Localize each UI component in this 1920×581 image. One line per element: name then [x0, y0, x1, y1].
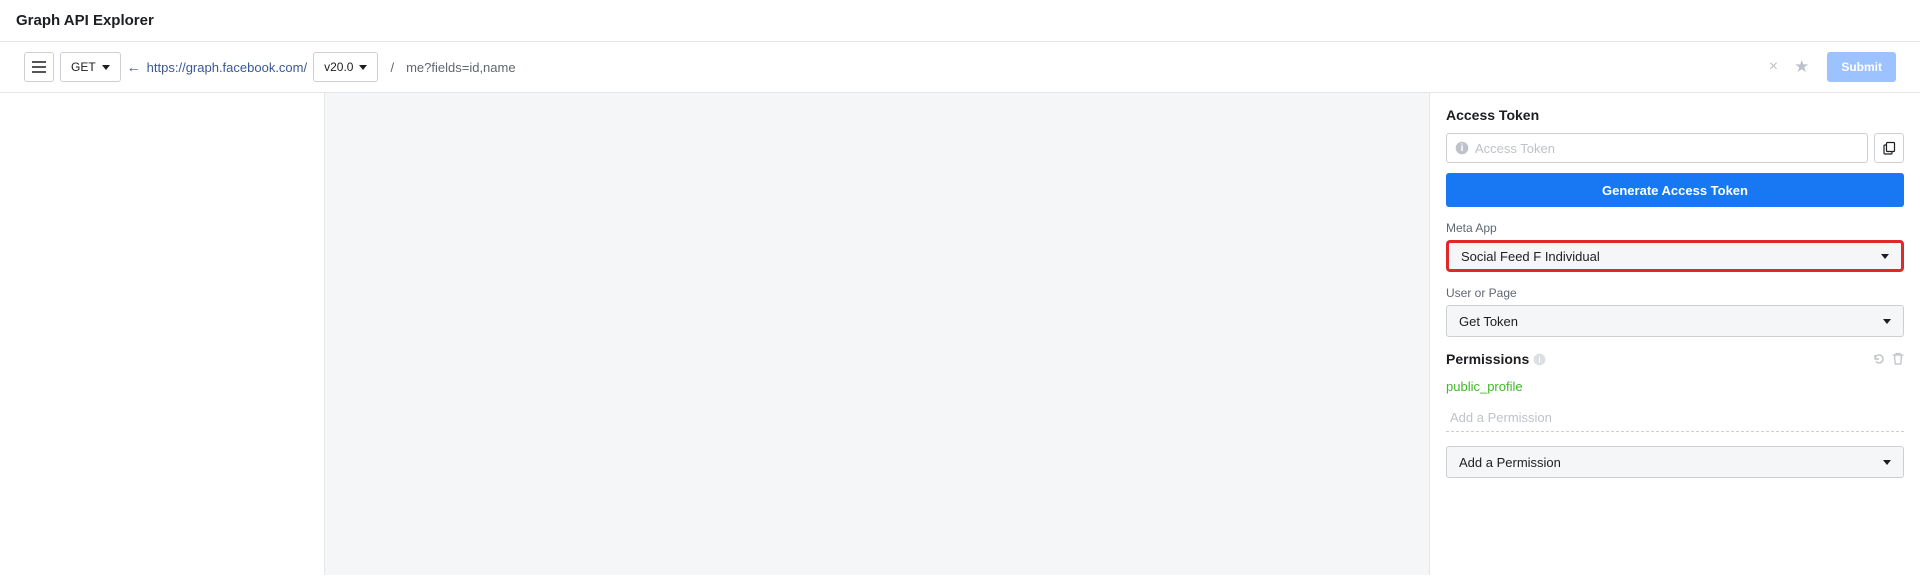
permissions-header: Permissions i	[1446, 351, 1904, 367]
method-value: GET	[71, 60, 96, 74]
query-input[interactable]	[406, 54, 1759, 81]
undo-button[interactable]	[1872, 352, 1886, 366]
main-content: Access Token i Generate Access Token Met…	[0, 93, 1920, 575]
copy-icon	[1882, 141, 1896, 155]
svg-text:i: i	[1539, 354, 1541, 364]
access-token-input[interactable]	[1475, 141, 1859, 156]
trash-icon	[1892, 352, 1904, 366]
info-icon: i	[1455, 141, 1469, 155]
info-icon: i	[1533, 353, 1546, 366]
method-dropdown[interactable]: GET	[60, 52, 121, 82]
toolbar: GET ← https://graph.facebook.com/ v20.0 …	[0, 42, 1920, 93]
permissions-actions	[1872, 352, 1904, 366]
hamburger-icon	[32, 61, 46, 73]
svg-text:i: i	[1461, 143, 1464, 154]
favorite-button[interactable]: ★	[1788, 57, 1815, 77]
arrow-left-icon: ←	[127, 59, 141, 75]
user-or-page-value: Get Token	[1459, 314, 1518, 329]
undo-icon	[1872, 352, 1886, 366]
caret-down-icon	[1883, 319, 1891, 324]
add-permission-input[interactable]	[1446, 404, 1904, 432]
access-token-title: Access Token	[1446, 107, 1904, 123]
base-url: https://graph.facebook.com/	[147, 60, 307, 75]
submit-button[interactable]: Submit	[1827, 52, 1896, 82]
delete-button[interactable]	[1892, 352, 1904, 366]
generate-access-token-button[interactable]: Generate Access Token	[1446, 173, 1904, 207]
page-title: Graph API Explorer	[16, 12, 1904, 29]
left-panel	[0, 93, 325, 575]
access-token-row: i	[1446, 133, 1904, 163]
version-dropdown[interactable]: v20.0	[313, 52, 378, 82]
version-value: v20.0	[324, 60, 353, 74]
path-separator: /	[390, 60, 394, 75]
caret-down-icon	[359, 65, 367, 70]
add-permission-dropdown[interactable]: Add a Permission	[1446, 446, 1904, 478]
access-token-input-wrap: i	[1446, 133, 1868, 163]
permissions-title: Permissions i	[1446, 351, 1546, 367]
caret-down-icon	[1883, 460, 1891, 465]
user-or-page-label: User or Page	[1446, 286, 1904, 300]
add-permission-dropdown-label: Add a Permission	[1459, 455, 1561, 470]
clear-button[interactable]: ×	[1765, 58, 1782, 76]
menu-button[interactable]	[24, 52, 54, 82]
caret-down-icon	[1881, 254, 1889, 259]
meta-app-label: Meta App	[1446, 221, 1904, 235]
permission-item[interactable]: public_profile	[1446, 375, 1904, 398]
header: Graph API Explorer	[0, 0, 1920, 42]
response-panel	[325, 93, 1430, 575]
copy-token-button[interactable]	[1874, 133, 1904, 163]
meta-app-value: Social Feed F Individual	[1461, 249, 1600, 264]
right-panel: Access Token i Generate Access Token Met…	[1430, 93, 1920, 575]
caret-down-icon	[102, 65, 110, 70]
user-or-page-dropdown[interactable]: Get Token	[1446, 305, 1904, 337]
meta-app-dropdown[interactable]: Social Feed F Individual	[1446, 240, 1904, 272]
